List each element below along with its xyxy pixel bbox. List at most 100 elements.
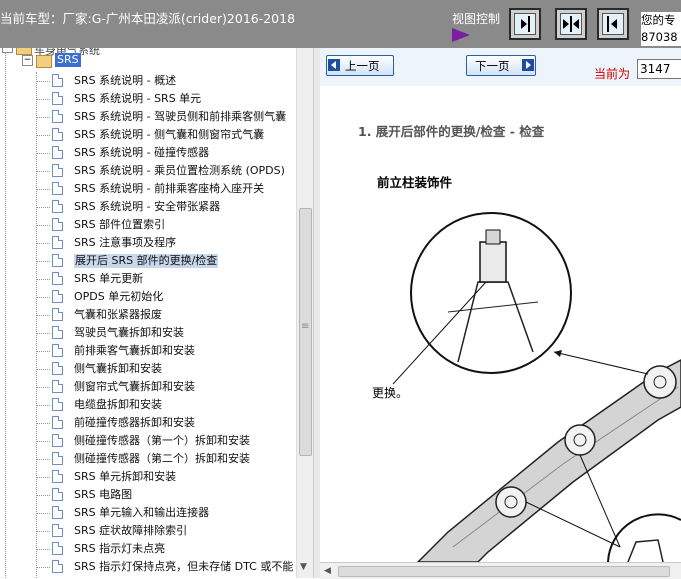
document-icon: [52, 110, 63, 123]
arrow-left-icon: [328, 59, 340, 71]
view-split-left-button[interactable]: [597, 8, 629, 40]
tree-item-label: 电缆盘拆卸和安装: [74, 398, 162, 411]
navigation-tree: − 车身电气系统 − SRS SRS 系统说明 - 概述SRS 系统说明 - S…: [0, 48, 296, 578]
tree-vertical-scrollbar[interactable]: ▼: [296, 48, 313, 578]
document-icon: [52, 506, 63, 519]
document-icon: [52, 524, 63, 537]
document-heading: 1. 展开后部件的更换/检查 - 检查: [358, 124, 545, 139]
tree-item-label: SRS 系统说明 - 概述: [74, 74, 177, 87]
tree-item-label: SRS 症状故障排除索引: [74, 524, 188, 537]
document-icon: [52, 182, 63, 195]
tree-guide-line: [36, 333, 50, 334]
tree-guide-line: [36, 153, 50, 154]
view-control-arrow-icon[interactable]: [452, 28, 470, 42]
tree-item-label: 前碰撞传感器拆卸和安装: [74, 416, 195, 429]
tree-item-label: SRS 系统说明 - SRS 单元: [74, 92, 202, 105]
tree-guide-line: [36, 531, 50, 532]
tree-guide-line: [36, 297, 50, 298]
document-icon: [52, 452, 63, 465]
tree-guide-line: [36, 225, 50, 226]
next-page-button[interactable]: 下一页: [466, 55, 536, 76]
tree-guide-line: [36, 405, 50, 406]
tree-item-label: SRS 注意事项及程序: [74, 236, 177, 249]
document-icon: [52, 488, 63, 501]
document-icon: [52, 326, 63, 339]
document-icon: [52, 308, 63, 321]
tree-item-label: 侧碰撞传感器（第一个）拆卸和安装: [74, 434, 250, 447]
top-bar: 当前车型：厂家:G-广州本田凌派(crider)2016-2018 视图控制 您…: [0, 0, 681, 48]
tree-guide-line: [36, 495, 50, 496]
user-info-line2: 87038: [641, 30, 678, 44]
document-icon: [52, 92, 63, 105]
view-split-center-button[interactable]: [555, 8, 587, 40]
document-icon: [52, 434, 63, 447]
current-page-label: 当前为: [594, 67, 631, 81]
tree-guide-line: [36, 351, 50, 352]
scroll-down-arrow-icon[interactable]: ▼: [300, 562, 307, 572]
tree-item-label: SRS 系统说明 - 驾驶员侧和前排乘客侧气囊: [74, 110, 287, 123]
document-subheading: 前立柱装饰件: [377, 175, 453, 190]
tree-item-label: SRS 系统说明 - 前排乘客座椅入座开关: [74, 182, 265, 195]
user-info-line1: 您的专: [641, 13, 676, 27]
tree-guide-line: [36, 81, 50, 82]
tree-item-label: 侧碰撞传感器（第二个）拆卸和安装: [74, 452, 250, 465]
view-control-label: 视图控制: [452, 12, 501, 26]
replace-callout: 更换。: [372, 386, 409, 400]
content-pane: 上一页 下一页 当前为 1. 展开后部件的更换/检查 - 检查 前立柱装饰件: [320, 48, 681, 579]
tree-item-label: SRS 系统说明 - 碰撞传感器: [74, 146, 210, 159]
document-icon: [52, 272, 63, 285]
tree-item-label: SRS 系统说明 - 乘员位置检测系统 (OPDS): [74, 164, 285, 177]
tree-guide-line: [36, 171, 50, 172]
document-icon: [52, 236, 63, 249]
tree-node-srs[interactable]: SRS: [55, 53, 81, 67]
document-icon: [52, 290, 63, 303]
document-icon: [52, 74, 63, 87]
tree-guide-line: [36, 279, 50, 280]
tree-scroll-thumb[interactable]: [299, 208, 312, 456]
tree-item-label: SRS 单元更新: [74, 272, 144, 285]
tree-guide-line: [36, 441, 50, 442]
document-icon: [52, 164, 63, 177]
next-page-label: 下一页: [475, 59, 510, 73]
scroll-left-arrow-icon[interactable]: ◀: [324, 566, 331, 576]
collapse-root-icon[interactable]: −: [2, 48, 13, 53]
document-icon: [52, 542, 63, 555]
document-icon: [52, 344, 63, 357]
prev-page-button[interactable]: 上一页: [326, 55, 394, 76]
document-icon: [52, 560, 63, 573]
document-icon: [52, 362, 63, 375]
tree-item-label: SRS 单元拆卸和安装: [74, 470, 177, 483]
collapse-srs-icon[interactable]: −: [22, 55, 33, 66]
tree-item-label: SRS 系统说明 - 安全带张紧器: [74, 200, 221, 213]
tree-item-label: SRS 指示灯未点亮: [74, 542, 166, 555]
tree-item-label: 侧气囊拆卸和安装: [74, 362, 162, 375]
document-icon: [52, 470, 63, 483]
tree-item-label: SRS 部件位置索引: [74, 218, 166, 231]
tree-item-label: SRS 单元输入和输出连接器: [74, 506, 210, 519]
document-icon: [52, 398, 63, 411]
prev-page-label: 上一页: [345, 59, 380, 73]
tree-guide-line: [36, 387, 50, 388]
tree-guide-line: [36, 99, 50, 100]
tree-guide-line: [36, 315, 50, 316]
document-icon: [52, 218, 63, 231]
tree-guide-line: [36, 117, 50, 118]
tree-guide-line: [36, 243, 50, 244]
user-info: 您的专 87038: [641, 12, 681, 46]
document-icon: [52, 146, 63, 159]
folder-open-icon: [36, 55, 52, 68]
page-number-input[interactable]: [637, 59, 681, 79]
tree-guide-line: [36, 369, 50, 370]
tree-item-label: SRS 系统说明 - 侧气囊和侧窗帘式气囊: [74, 128, 265, 141]
view-split-right-button[interactable]: [509, 8, 541, 40]
split-center-icon: [560, 13, 582, 35]
content-horizontal-scrollbar[interactable]: ◀: [320, 562, 681, 579]
content-scroll-thumb[interactable]: [338, 566, 670, 577]
tree-guide-line: [36, 513, 50, 514]
tree-item-label: OPDS 单元初始化: [74, 290, 164, 303]
tree-item-label: 展开后 SRS 部件的更换/检查: [74, 254, 219, 268]
tree-guide-line: [36, 207, 50, 208]
split-right-icon: [514, 13, 536, 35]
document-icon: [52, 200, 63, 213]
arrow-right-icon: [522, 59, 534, 71]
